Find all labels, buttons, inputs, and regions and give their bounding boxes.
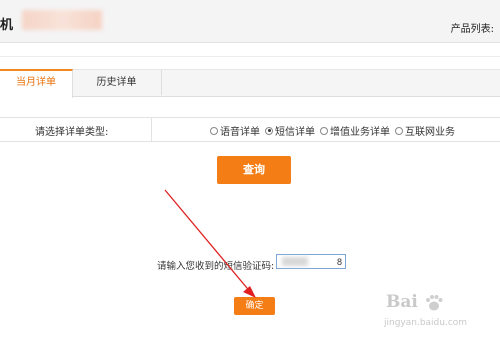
radio-internet-detail[interactable]: 互联网业务 <box>395 123 455 138</box>
paw-logo-icon <box>426 295 443 311</box>
header-spacer <box>0 43 500 57</box>
radio-button-icon[interactable] <box>395 126 403 135</box>
baidu-watermark: Bai jingyan.baidu.com <box>384 292 498 340</box>
detail-tabs: 当月详单 历史详单 <box>0 69 500 98</box>
radio-label: 增值业务详单 <box>330 127 390 138</box>
product-list-label: 产品列表: <box>450 24 494 35</box>
confirm-button[interactable]: 确定 <box>234 297 275 315</box>
radio-value-added-detail[interactable]: 增值业务详单 <box>320 123 390 138</box>
radio-button-checked-icon[interactable] <box>265 126 273 135</box>
redacted-phone-number <box>22 10 102 30</box>
radio-voice-detail[interactable]: 语音详单 <box>210 123 260 138</box>
watermark-url: jingyan.baidu.com <box>384 318 468 328</box>
detail-type-label: 请选择详单类型: <box>35 127 109 138</box>
query-button[interactable]: 查询 <box>217 156 291 184</box>
radio-button-icon[interactable] <box>210 126 218 135</box>
detail-type-row: 请选择详单类型: 语音详单 短信详单 增值业务详单 互联网业务 <box>0 117 500 142</box>
page-title: 机 <box>0 18 14 33</box>
radio-label: 语音详单 <box>220 127 260 138</box>
tab-history[interactable]: 历史详单 <box>72 70 162 95</box>
radio-button-icon[interactable] <box>320 126 328 135</box>
radio-sms-detail[interactable]: 短信详单 <box>265 123 315 138</box>
row-divider <box>151 118 152 141</box>
tab-current-month[interactable]: 当月详单 <box>0 69 73 98</box>
radio-label: 短信详单 <box>275 127 315 138</box>
radio-label: 互联网业务 <box>405 127 455 138</box>
verification-code-label: 请输入您收到的短信验证码: <box>157 261 275 272</box>
redacted-code-digits <box>282 257 308 266</box>
watermark-brand: Bai <box>386 292 418 312</box>
top-header: 机 产品列表: <box>0 0 500 43</box>
